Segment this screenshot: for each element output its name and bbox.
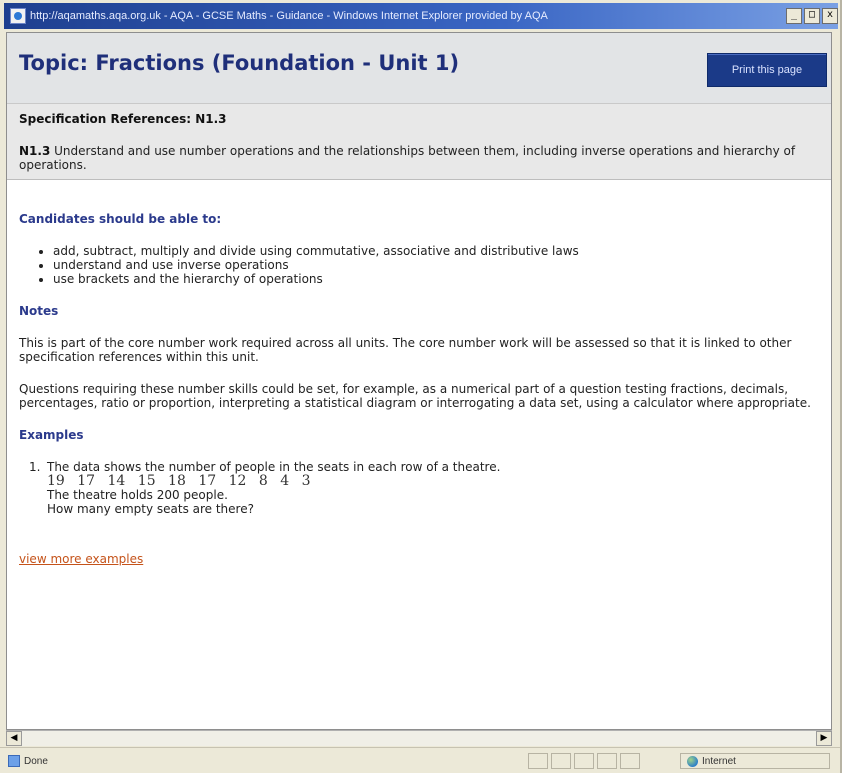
example-line: The data shows the number of people in t… bbox=[47, 460, 501, 474]
example-item: 1. The data shows the number of people i… bbox=[19, 460, 819, 516]
candidates-heading: Candidates should be able to: bbox=[19, 212, 222, 226]
print-page-button[interactable]: Print this page bbox=[707, 53, 827, 87]
guidance-body: Candidates should be able to: add, subtr… bbox=[7, 212, 831, 567]
list-item: understand and use inverse operations bbox=[53, 258, 819, 272]
notes-paragraph: This is part of the core number work req… bbox=[19, 336, 792, 364]
scroll-left-icon[interactable]: ◀ bbox=[6, 731, 22, 746]
spec-code: N1.3 bbox=[19, 144, 51, 158]
more-examples-wrapper: view more examples bbox=[19, 548, 819, 567]
page-content: Topic: Fractions (Foundation - Unit 1) P… bbox=[6, 32, 832, 730]
window-controls: _ □ x bbox=[786, 8, 838, 24]
specification-box: Specification References: N1.3 N1.3 Unde… bbox=[7, 104, 831, 180]
list-item: use brackets and the hierarchy of operat… bbox=[53, 272, 819, 286]
status-panes bbox=[528, 753, 640, 769]
title-bar[interactable]: http://aqamaths.aqa.org.uk - AQA - GCSE … bbox=[4, 3, 838, 29]
status-text: Done bbox=[24, 755, 48, 767]
close-button[interactable]: x bbox=[822, 8, 838, 24]
zone-label: Internet bbox=[702, 755, 736, 767]
window-title: http://aqamaths.aqa.org.uk - AQA - GCSE … bbox=[30, 10, 548, 22]
example-numbers: 19 17 14 15 18 17 12 8 4 3 bbox=[47, 473, 311, 489]
status-pane bbox=[551, 753, 571, 769]
example-number: 1. bbox=[29, 460, 41, 474]
page-title: Topic: Fractions (Foundation - Unit 1) bbox=[19, 51, 460, 75]
status-pane bbox=[528, 753, 548, 769]
status-pane bbox=[574, 753, 594, 769]
status-pane bbox=[620, 753, 640, 769]
maximize-button[interactable]: □ bbox=[804, 8, 820, 24]
scroll-right-icon[interactable]: ▶ bbox=[816, 731, 832, 746]
example-line: How many empty seats are there? bbox=[47, 502, 254, 516]
page-header: Topic: Fractions (Foundation - Unit 1) P… bbox=[7, 33, 831, 104]
view-more-examples-link[interactable]: view more examples bbox=[19, 552, 143, 566]
examples-heading: Examples bbox=[19, 428, 84, 442]
example-line: The theatre holds 200 people. bbox=[47, 488, 228, 502]
status-bar: Done Internet bbox=[0, 747, 840, 773]
status-done: Done bbox=[8, 755, 48, 767]
notes-paragraph: Questions requiring these number skills … bbox=[19, 382, 811, 410]
horizontal-scrollbar[interactable]: ◀ ▶ bbox=[6, 730, 832, 746]
internet-explorer-icon bbox=[10, 8, 26, 24]
globe-icon bbox=[687, 755, 698, 767]
spec-text: Understand and use number operations and… bbox=[19, 144, 796, 172]
minimize-button[interactable]: _ bbox=[786, 8, 802, 24]
browser-window: http://aqamaths.aqa.org.uk - AQA - GCSE … bbox=[0, 0, 842, 773]
security-zone[interactable]: Internet bbox=[680, 753, 830, 769]
specification-reference: Specification References: N1.3 bbox=[19, 112, 227, 126]
status-pane bbox=[597, 753, 617, 769]
page-done-icon bbox=[8, 755, 20, 767]
list-item: add, subtract, multiply and divide using… bbox=[53, 244, 819, 258]
candidates-list: add, subtract, multiply and divide using… bbox=[19, 244, 819, 286]
notes-heading: Notes bbox=[19, 304, 59, 318]
specification-description: N1.3 Understand and use number operation… bbox=[19, 144, 819, 172]
